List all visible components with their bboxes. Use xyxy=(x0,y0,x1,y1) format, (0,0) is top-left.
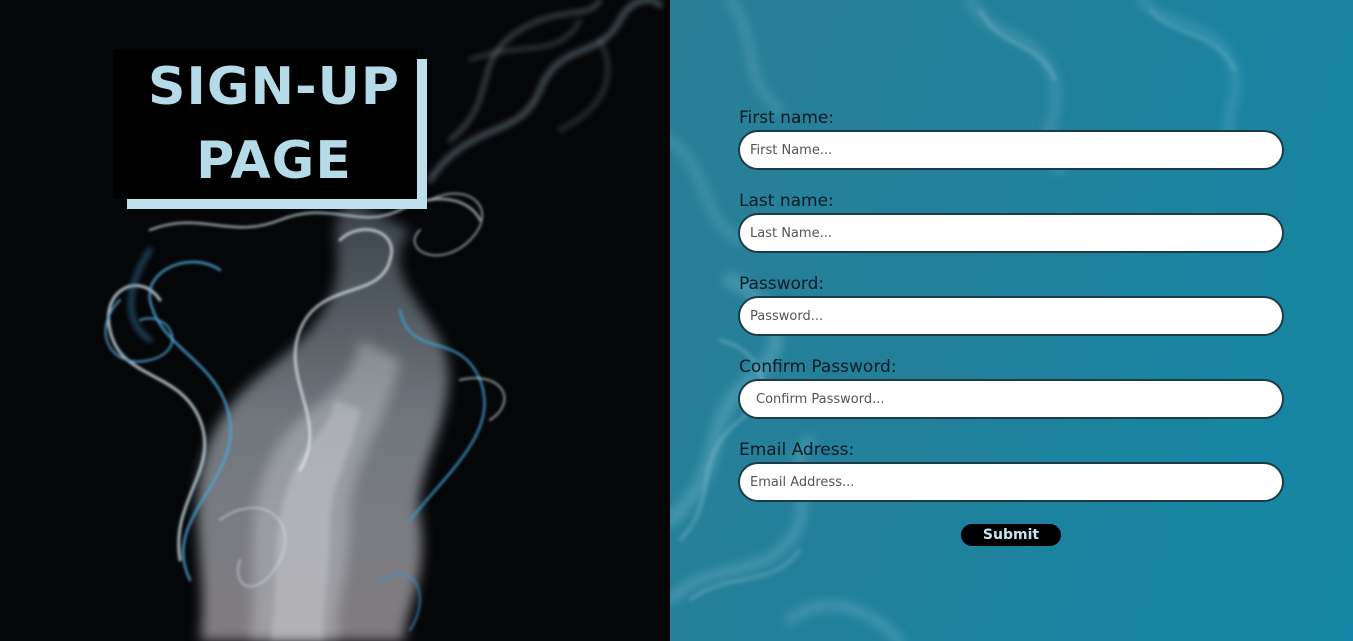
password-label: Password: xyxy=(739,274,825,294)
submit-button[interactable]: Submit xyxy=(961,524,1061,546)
signup-form: First name: Last name: Password: Confirm… xyxy=(738,106,1286,521)
last-name-label: Last name: xyxy=(739,191,834,211)
email-label: Email Adress: xyxy=(739,440,855,460)
smoke-photo-panel: SIGN-UP PAGE xyxy=(0,0,670,641)
email-input[interactable] xyxy=(738,462,1284,502)
page-title-line-1: SIGN-UP xyxy=(148,57,400,117)
form-panel: First name: Last name: Password: Confirm… xyxy=(670,0,1353,641)
confirm-password-input[interactable] xyxy=(738,379,1284,419)
signup-page: SIGN-UP PAGE First name: First Name... L… xyxy=(0,0,1353,641)
page-title-line-2: PAGE xyxy=(196,131,352,191)
password-input[interactable] xyxy=(738,296,1284,336)
first-name-label: First name: xyxy=(739,108,835,128)
title-box: SIGN-UP PAGE xyxy=(113,49,417,199)
confirm-password-label: Confirm Password: xyxy=(739,357,897,377)
last-name-input[interactable] xyxy=(738,213,1284,253)
first-name-input[interactable] xyxy=(738,130,1284,170)
